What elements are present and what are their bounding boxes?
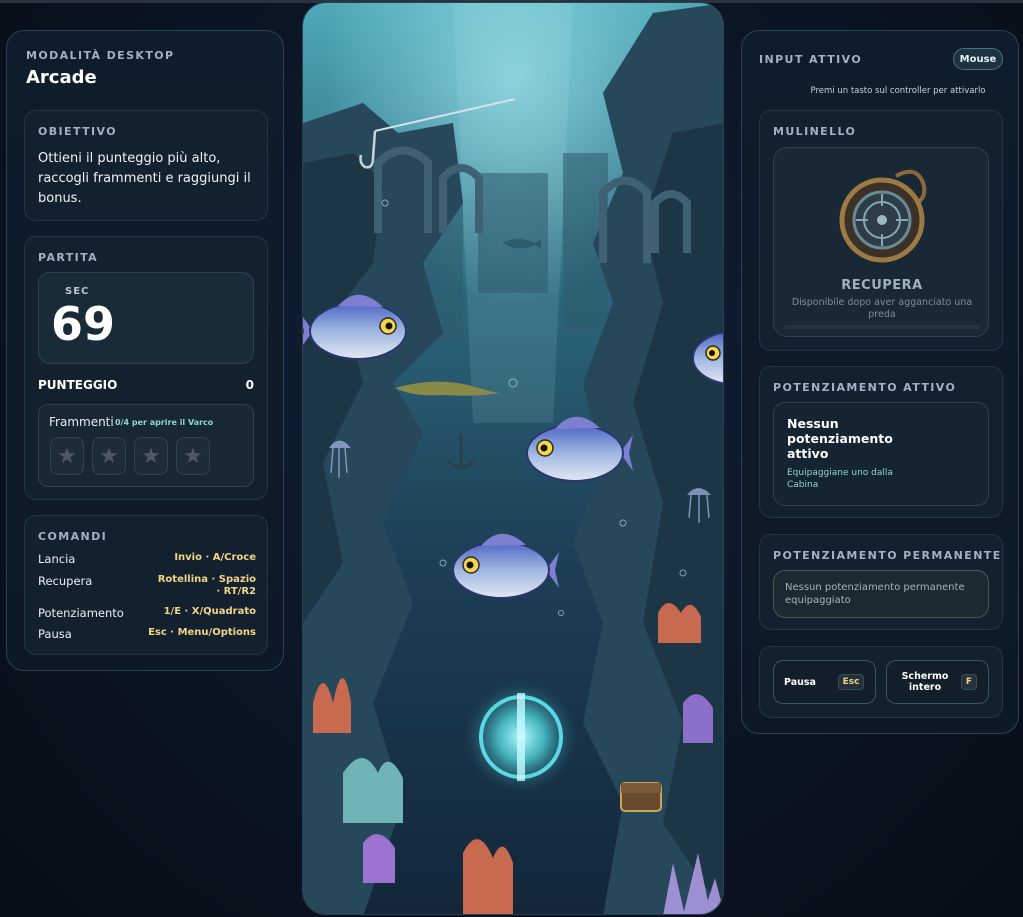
objective-text: Ottieni il punteggio più alto, raccogli … <box>38 151 251 206</box>
pause-key-hint: Esc <box>838 674 864 690</box>
fullscreen-button-label: Schermo intero <box>901 671 949 693</box>
fullscreen-key-hint: F <box>961 674 977 690</box>
mode-label: MODALITÀ DESKTOP <box>26 49 175 62</box>
fishing-reel-icon <box>836 164 928 268</box>
command-name: Pausa <box>38 627 72 641</box>
star-icon: ★ <box>183 443 203 469</box>
permanent-powerup-text: Nessun potenziamento permanente equipagg… <box>785 582 965 606</box>
score-label: PUNTEGGIO <box>38 378 118 392</box>
fragment-slot: ★ <box>176 437 210 475</box>
timer-unit: SEC <box>65 286 90 297</box>
timer-box: SEC 69 <box>38 272 254 364</box>
timer-value: 69 <box>51 297 116 351</box>
treasure-chest <box>620 782 662 812</box>
reel-subtitle: Disponibile dopo aver agganciato una pre… <box>791 297 973 320</box>
active-powerup-slot: Nessun potenziamento attivo Equipaggiane… <box>773 402 989 506</box>
fragments-hint: 0/4 per aprire il Varco <box>115 418 214 427</box>
permanent-powerup-slot: Nessun potenziamento permanente equipagg… <box>773 570 989 618</box>
command-name: Recupera <box>38 574 93 588</box>
fragment-slot: ★ <box>92 437 126 475</box>
fragment-slot: ★ <box>134 437 168 475</box>
reel-button[interactable]: RECUPERA Disponibile dopo aver agganciat… <box>773 147 989 337</box>
input-hint: Premi un tasto sul controller per attiva… <box>810 86 986 96</box>
star-icon: ★ <box>99 443 119 469</box>
command-name: Potenziamento <box>38 606 124 620</box>
reel-card: MULINELLO RECUPERA Disponibile dopo aver… <box>759 110 1003 351</box>
star-icon: ★ <box>57 443 77 469</box>
reel-label: MULINELLO <box>773 125 857 138</box>
game-canvas[interactable] <box>302 2 724 915</box>
pause-button[interactable]: Pausa Esc <box>773 660 876 704</box>
permanent-powerup-label: POTENZIAMENTO PERMANENTE <box>773 549 1002 562</box>
reel-progress-bar <box>784 325 980 329</box>
input-device-badge[interactable]: Mouse <box>953 48 1003 70</box>
active-powerup-card: POTENZIAMENTO ATTIVO Nessun potenziament… <box>759 366 1003 518</box>
input-label: INPUT ATTIVO <box>759 53 863 66</box>
fragments-label: Frammenti <box>49 415 114 429</box>
star-icon: ★ <box>141 443 161 469</box>
fragments-box: Frammenti 0/4 per aprire il Varco ★ ★ ★ … <box>38 404 254 487</box>
mode-value: Arcade <box>26 67 97 88</box>
command-keys: Invio · A/Croce <box>174 552 256 563</box>
command-keys: 1/E · X/Quadrato <box>163 606 256 617</box>
command-name: Lancia <box>38 552 76 566</box>
permanent-powerup-card: POTENZIAMENTO PERMANENTE Nessun potenzia… <box>759 534 1003 630</box>
match-label: PARTITA <box>38 251 99 264</box>
command-keys: Rotellina · Spazio · RT/R2 <box>157 574 256 597</box>
commands-card: COMANDI Lancia Invio · A/Croce Recupera … <box>24 515 268 655</box>
fullscreen-button[interactable]: Schermo intero F <box>886 660 989 704</box>
command-keys: Esc · Menu/Options <box>148 627 256 638</box>
right-info-panel: INPUT ATTIVO Mouse Premi un tasto sul co… <box>741 30 1019 734</box>
pause-button-label: Pausa <box>784 677 816 688</box>
reel-action-label: RECUPERA <box>841 278 923 293</box>
commands-label: COMANDI <box>38 530 108 543</box>
actions-card: Pausa Esc Schermo intero F <box>759 646 1003 718</box>
active-powerup-subtitle: Equipaggiane uno dalla Cabina <box>787 468 893 490</box>
objective-card: OBIETTIVO Ottieni il punteggio più alto,… <box>24 110 268 221</box>
fragment-slot: ★ <box>50 437 84 475</box>
match-card: PARTITA SEC 69 PUNTEGGIO 0 Frammenti 0/4… <box>24 236 268 500</box>
score-value: 0 <box>245 378 254 392</box>
objective-label: OBIETTIVO <box>38 125 117 138</box>
left-info-panel: MODALITÀ DESKTOP Arcade OBIETTIVO Ottien… <box>6 30 284 671</box>
active-powerup-title: Nessun potenziamento attivo <box>787 416 893 461</box>
active-powerup-label: POTENZIAMENTO ATTIVO <box>773 381 957 394</box>
